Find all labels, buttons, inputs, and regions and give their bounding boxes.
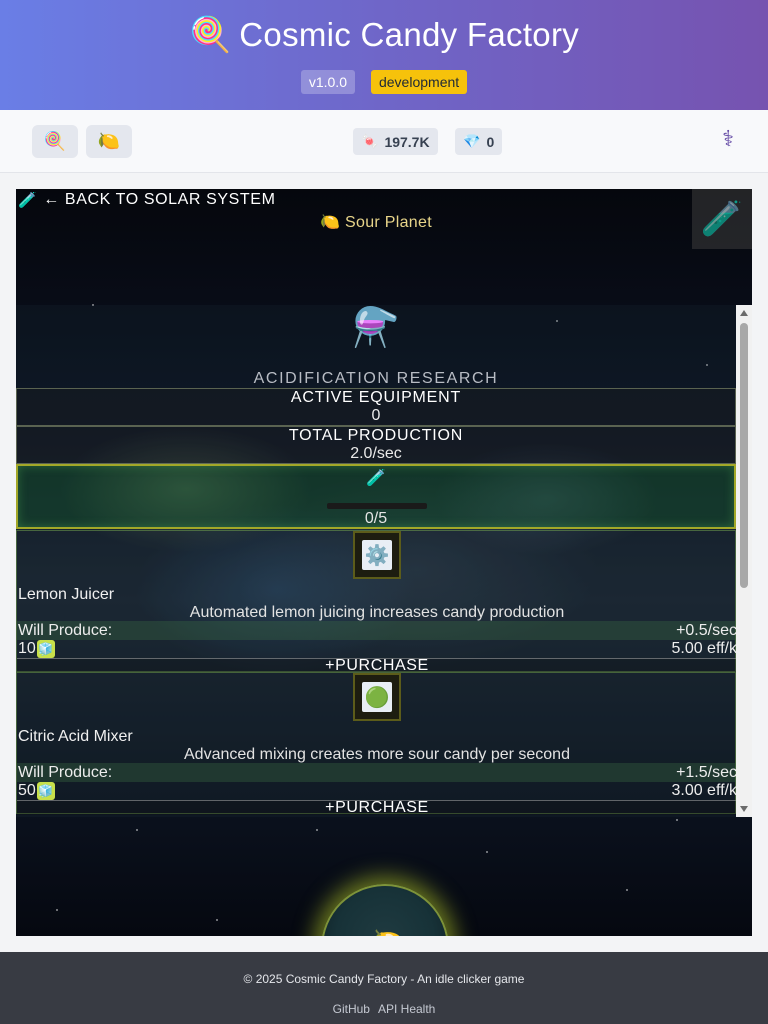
title-row: 🍭 Cosmic Candy Factory	[0, 14, 768, 56]
lollipop-icon: 🍭	[43, 131, 67, 152]
copyright-text: © 2025 Cosmic Candy Factory - An idle cl…	[243, 972, 525, 986]
scroll-up-arrow-icon[interactable]	[740, 310, 748, 316]
footer-links: GitHub API Health	[0, 1002, 768, 1016]
game-viewport: 🧪 ← BACK TO SOLAR SYSTEM 🍋 Sour Planet 🧪…	[16, 189, 752, 936]
candy-view-button[interactable]: 🍭	[32, 125, 78, 158]
upgrade-card: 🟢 Citric Acid Mixer Advanced mixing crea…	[16, 672, 737, 816]
produce-label: Will Produce:	[18, 764, 113, 781]
scrollbar-thumb[interactable]	[740, 323, 748, 588]
research-progress-box: 🧪 0/5	[16, 464, 736, 529]
upgrade-thumbnail: ⚙️	[353, 531, 401, 579]
version-badge: v1.0.0	[300, 70, 355, 94]
produce-value: +1.5/sec	[676, 764, 737, 781]
upgrade-cost: 50 🧊	[18, 782, 55, 800]
caduceus-icon[interactable]: ⚕	[722, 127, 734, 152]
upgrade-thumbnail: 🟢	[353, 673, 401, 721]
produce-value: +0.5/sec	[676, 622, 737, 639]
total-production-label: TOTAL PRODUCTION	[288, 427, 464, 444]
gem-count: 0	[486, 133, 495, 150]
upgrade-production-row: Will Produce: +1.5/sec	[17, 763, 737, 782]
produce-label: Will Produce:	[18, 622, 113, 639]
cost-value: 50	[18, 782, 36, 799]
upgrade-description: Advanced mixing creates more sour candy …	[184, 746, 570, 763]
total-production-box: TOTAL PRODUCTION 2.0/sec	[16, 426, 736, 464]
planet-name-label: Sour Planet	[345, 214, 432, 231]
lemon-icon: 🍋	[371, 926, 406, 936]
total-production-value: 2.0/sec	[350, 445, 402, 462]
api-health-link[interactable]: API Health	[378, 1002, 435, 1016]
upgrade-description: Automated lemon juicing increases candy …	[189, 604, 565, 621]
active-equipment-label: ACTIVE EQUIPMENT	[290, 389, 462, 406]
upgrade-production-row: Will Produce: +0.5/sec	[17, 621, 737, 640]
toolbar: 🍭 🍋 🍬 197.7K 💎 0 ⚕	[0, 110, 768, 173]
candy-count: 197.7K	[384, 133, 430, 150]
upgrade-name: Lemon Juicer	[18, 586, 115, 603]
panel-scrollbar[interactable]	[736, 305, 752, 817]
research-progress-count: 0/5	[364, 510, 388, 527]
upgrade-card: ⚙️ Lemon Juicer Automated lemon juicing …	[16, 530, 737, 674]
back-to-solar-system-button[interactable]: 🧪 ← BACK TO SOLAR SYSTEM	[18, 191, 276, 209]
upgrade-name: Citric Acid Mixer	[18, 728, 133, 745]
lemon-icon: 🍋	[97, 131, 121, 152]
lollipop-logo-icon: 🍭	[188, 15, 232, 55]
gem-count-stat: 💎 0	[455, 128, 503, 155]
back-button-label: ← BACK TO SOLAR SYSTEM	[43, 191, 276, 208]
test-tube-icon: 🧪	[18, 191, 38, 209]
header-badges: v1.0.0 development	[0, 70, 768, 94]
alembic-icon: ⚗️	[352, 305, 400, 349]
upgrade-cost-row: 50 🧊 3.00 eff/k	[17, 782, 737, 800]
app-header: 🍭 Cosmic Candy Factory v1.0.0 developmen…	[0, 0, 768, 110]
mixer-orb-icon: 🟢	[362, 682, 392, 712]
purchase-button[interactable]: +PURCHASE	[17, 658, 737, 674]
scroll-down-arrow-icon[interactable]	[740, 806, 748, 812]
research-progress-bar	[327, 503, 427, 509]
upgrade-efficiency: 3.00 eff/k	[671, 782, 737, 799]
active-equipment-value: 0	[371, 407, 381, 424]
lemon-view-button[interactable]: 🍋	[86, 125, 132, 158]
github-link[interactable]: GitHub	[333, 1002, 370, 1016]
sour-cube-icon: 🧊	[36, 782, 55, 800]
research-panel: ⚗️ ACIDIFICATION RESEARCH ACTIVE EQUIPME…	[16, 305, 752, 817]
cost-value: 10	[18, 640, 36, 657]
upgrade-cost: 10 🧊	[18, 640, 55, 658]
sour-cube-icon: 🧊	[36, 640, 55, 658]
test-tube-icon[interactable]: 🧪	[692, 189, 752, 249]
candy-count-stat: 🍬 197.7K	[353, 128, 438, 155]
candy-icon: 🍬	[361, 133, 379, 150]
planet-name: 🍋 Sour Planet	[16, 212, 736, 232]
lemon-icon: 🍋	[320, 212, 341, 231]
gem-icon: 💎	[463, 133, 481, 150]
app-title: Cosmic Candy Factory	[239, 16, 580, 53]
environment-badge: development	[370, 70, 468, 94]
purchase-button[interactable]: +PURCHASE	[17, 800, 737, 816]
active-equipment-box: ACTIVE EQUIPMENT 0	[16, 388, 736, 426]
test-tube-icon: 🧪	[366, 468, 386, 487]
upgrade-efficiency: 5.00 eff/k	[671, 640, 737, 657]
sour-planet-orb[interactable]: 🍋	[321, 884, 449, 936]
gear-icon: ⚙️	[362, 540, 392, 570]
footer: © 2025 Cosmic Candy Factory - An idle cl…	[0, 952, 768, 1024]
research-title: ACIDIFICATION RESEARCH	[253, 370, 499, 387]
upgrade-cost-row: 10 🧊 5.00 eff/k	[17, 640, 737, 658]
